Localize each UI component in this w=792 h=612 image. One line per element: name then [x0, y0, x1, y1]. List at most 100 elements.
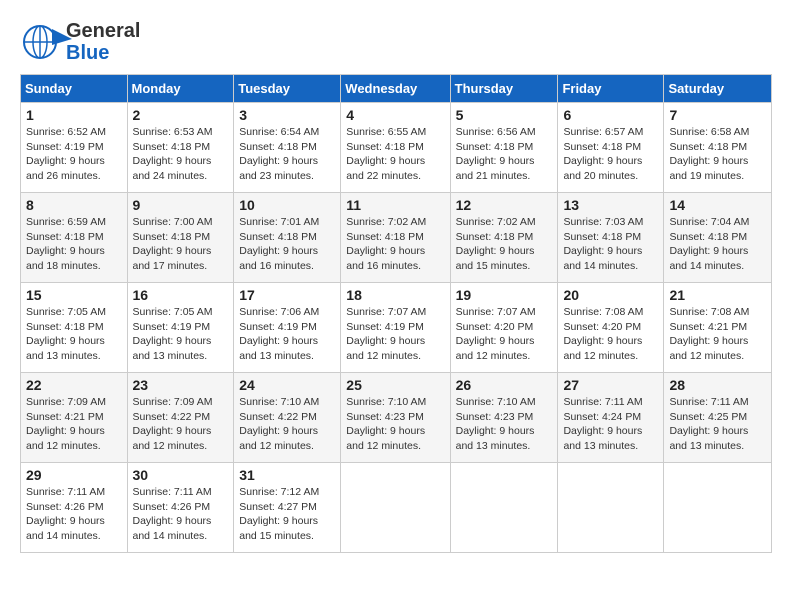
- day-number: 17: [239, 287, 335, 303]
- day-cell: 15 Sunrise: 7:05 AM Sunset: 4:18 PM Dayl…: [21, 283, 128, 373]
- day-number: 15: [26, 287, 122, 303]
- day-info: Sunrise: 7:07 AM Sunset: 4:19 PM Dayligh…: [346, 305, 444, 364]
- week-row-5: 29 Sunrise: 7:11 AM Sunset: 4:26 PM Dayl…: [21, 463, 772, 553]
- day-info: Sunrise: 7:09 AM Sunset: 4:22 PM Dayligh…: [133, 395, 229, 454]
- day-info: Sunrise: 7:11 AM Sunset: 4:26 PM Dayligh…: [26, 485, 122, 544]
- weekday-header-row: SundayMondayTuesdayWednesdayThursdayFrid…: [21, 75, 772, 103]
- weekday-header-friday: Friday: [558, 75, 664, 103]
- day-info: Sunrise: 6:58 AM Sunset: 4:18 PM Dayligh…: [669, 125, 766, 184]
- page-header: General Blue: [20, 20, 772, 64]
- day-cell: 24 Sunrise: 7:10 AM Sunset: 4:22 PM Dayl…: [234, 373, 341, 463]
- day-cell: 2 Sunrise: 6:53 AM Sunset: 4:18 PM Dayli…: [127, 103, 234, 193]
- day-number: 3: [239, 107, 335, 123]
- day-number: 26: [456, 377, 553, 393]
- day-info: Sunrise: 6:57 AM Sunset: 4:18 PM Dayligh…: [563, 125, 658, 184]
- day-info: Sunrise: 6:54 AM Sunset: 4:18 PM Dayligh…: [239, 125, 335, 184]
- day-number: 14: [669, 197, 766, 213]
- day-info: Sunrise: 7:11 AM Sunset: 4:24 PM Dayligh…: [563, 395, 658, 454]
- day-info: Sunrise: 7:08 AM Sunset: 4:20 PM Dayligh…: [563, 305, 658, 364]
- day-cell: 12 Sunrise: 7:02 AM Sunset: 4:18 PM Dayl…: [450, 193, 558, 283]
- day-info: Sunrise: 7:09 AM Sunset: 4:21 PM Dayligh…: [26, 395, 122, 454]
- day-info: Sunrise: 7:11 AM Sunset: 4:25 PM Dayligh…: [669, 395, 766, 454]
- day-cell: 8 Sunrise: 6:59 AM Sunset: 4:18 PM Dayli…: [21, 193, 128, 283]
- day-info: Sunrise: 7:02 AM Sunset: 4:18 PM Dayligh…: [346, 215, 444, 274]
- day-info: Sunrise: 7:01 AM Sunset: 4:18 PM Dayligh…: [239, 215, 335, 274]
- day-number: 9: [133, 197, 229, 213]
- week-row-2: 8 Sunrise: 6:59 AM Sunset: 4:18 PM Dayli…: [21, 193, 772, 283]
- day-cell: 7 Sunrise: 6:58 AM Sunset: 4:18 PM Dayli…: [664, 103, 772, 193]
- week-row-1: 1 Sunrise: 6:52 AM Sunset: 4:19 PM Dayli…: [21, 103, 772, 193]
- weekday-header-sunday: Sunday: [21, 75, 128, 103]
- logo-icon: [20, 21, 72, 63]
- day-cell: 9 Sunrise: 7:00 AM Sunset: 4:18 PM Dayli…: [127, 193, 234, 283]
- day-info: Sunrise: 7:05 AM Sunset: 4:19 PM Dayligh…: [133, 305, 229, 364]
- day-number: 5: [456, 107, 553, 123]
- day-info: Sunrise: 6:59 AM Sunset: 4:18 PM Dayligh…: [26, 215, 122, 274]
- day-cell: 19 Sunrise: 7:07 AM Sunset: 4:20 PM Dayl…: [450, 283, 558, 373]
- logo: General Blue: [20, 20, 140, 64]
- day-number: 23: [133, 377, 229, 393]
- weekday-header-wednesday: Wednesday: [341, 75, 450, 103]
- day-cell: 18 Sunrise: 7:07 AM Sunset: 4:19 PM Dayl…: [341, 283, 450, 373]
- day-cell: 5 Sunrise: 6:56 AM Sunset: 4:18 PM Dayli…: [450, 103, 558, 193]
- day-cell: 4 Sunrise: 6:55 AM Sunset: 4:18 PM Dayli…: [341, 103, 450, 193]
- day-number: 25: [346, 377, 444, 393]
- day-cell: 22 Sunrise: 7:09 AM Sunset: 4:21 PM Dayl…: [21, 373, 128, 463]
- day-cell: 10 Sunrise: 7:01 AM Sunset: 4:18 PM Dayl…: [234, 193, 341, 283]
- day-cell: 31 Sunrise: 7:12 AM Sunset: 4:27 PM Dayl…: [234, 463, 341, 553]
- day-number: 16: [133, 287, 229, 303]
- day-cell: 13 Sunrise: 7:03 AM Sunset: 4:18 PM Dayl…: [558, 193, 664, 283]
- day-cell: 14 Sunrise: 7:04 AM Sunset: 4:18 PM Dayl…: [664, 193, 772, 283]
- day-cell: 25 Sunrise: 7:10 AM Sunset: 4:23 PM Dayl…: [341, 373, 450, 463]
- day-cell: 1 Sunrise: 6:52 AM Sunset: 4:19 PM Dayli…: [21, 103, 128, 193]
- day-info: Sunrise: 6:53 AM Sunset: 4:18 PM Dayligh…: [133, 125, 229, 184]
- day-number: 4: [346, 107, 444, 123]
- day-cell: 26 Sunrise: 7:10 AM Sunset: 4:23 PM Dayl…: [450, 373, 558, 463]
- day-number: 7: [669, 107, 766, 123]
- weekday-header-monday: Monday: [127, 75, 234, 103]
- day-cell: [341, 463, 450, 553]
- day-number: 24: [239, 377, 335, 393]
- day-number: 21: [669, 287, 766, 303]
- day-info: Sunrise: 7:03 AM Sunset: 4:18 PM Dayligh…: [563, 215, 658, 274]
- day-cell: 29 Sunrise: 7:11 AM Sunset: 4:26 PM Dayl…: [21, 463, 128, 553]
- day-cell: [664, 463, 772, 553]
- weekday-header-saturday: Saturday: [664, 75, 772, 103]
- day-cell: 6 Sunrise: 6:57 AM Sunset: 4:18 PM Dayli…: [558, 103, 664, 193]
- logo-blue: Blue: [66, 42, 140, 64]
- week-row-3: 15 Sunrise: 7:05 AM Sunset: 4:18 PM Dayl…: [21, 283, 772, 373]
- day-info: Sunrise: 7:02 AM Sunset: 4:18 PM Dayligh…: [456, 215, 553, 274]
- day-info: Sunrise: 6:56 AM Sunset: 4:18 PM Dayligh…: [456, 125, 553, 184]
- day-info: Sunrise: 7:10 AM Sunset: 4:23 PM Dayligh…: [346, 395, 444, 454]
- day-number: 19: [456, 287, 553, 303]
- day-cell: 30 Sunrise: 7:11 AM Sunset: 4:26 PM Dayl…: [127, 463, 234, 553]
- calendar-body: 1 Sunrise: 6:52 AM Sunset: 4:19 PM Dayli…: [21, 103, 772, 553]
- day-cell: 23 Sunrise: 7:09 AM Sunset: 4:22 PM Dayl…: [127, 373, 234, 463]
- day-number: 2: [133, 107, 229, 123]
- day-info: Sunrise: 7:04 AM Sunset: 4:18 PM Dayligh…: [669, 215, 766, 274]
- day-info: Sunrise: 7:05 AM Sunset: 4:18 PM Dayligh…: [26, 305, 122, 364]
- day-cell: 3 Sunrise: 6:54 AM Sunset: 4:18 PM Dayli…: [234, 103, 341, 193]
- day-cell: 20 Sunrise: 7:08 AM Sunset: 4:20 PM Dayl…: [558, 283, 664, 373]
- day-info: Sunrise: 7:11 AM Sunset: 4:26 PM Dayligh…: [133, 485, 229, 544]
- day-number: 29: [26, 467, 122, 483]
- weekday-header-tuesday: Tuesday: [234, 75, 341, 103]
- week-row-4: 22 Sunrise: 7:09 AM Sunset: 4:21 PM Dayl…: [21, 373, 772, 463]
- day-cell: 28 Sunrise: 7:11 AM Sunset: 4:25 PM Dayl…: [664, 373, 772, 463]
- day-cell: 27 Sunrise: 7:11 AM Sunset: 4:24 PM Dayl…: [558, 373, 664, 463]
- day-info: Sunrise: 7:10 AM Sunset: 4:23 PM Dayligh…: [456, 395, 553, 454]
- day-number: 12: [456, 197, 553, 213]
- day-cell: 16 Sunrise: 7:05 AM Sunset: 4:19 PM Dayl…: [127, 283, 234, 373]
- day-info: Sunrise: 7:07 AM Sunset: 4:20 PM Dayligh…: [456, 305, 553, 364]
- day-cell: [450, 463, 558, 553]
- day-number: 18: [346, 287, 444, 303]
- day-info: Sunrise: 7:10 AM Sunset: 4:22 PM Dayligh…: [239, 395, 335, 454]
- weekday-header-thursday: Thursday: [450, 75, 558, 103]
- day-number: 27: [563, 377, 658, 393]
- day-number: 28: [669, 377, 766, 393]
- day-number: 1: [26, 107, 122, 123]
- day-number: 11: [346, 197, 444, 213]
- day-number: 22: [26, 377, 122, 393]
- day-info: Sunrise: 6:52 AM Sunset: 4:19 PM Dayligh…: [26, 125, 122, 184]
- day-info: Sunrise: 6:55 AM Sunset: 4:18 PM Dayligh…: [346, 125, 444, 184]
